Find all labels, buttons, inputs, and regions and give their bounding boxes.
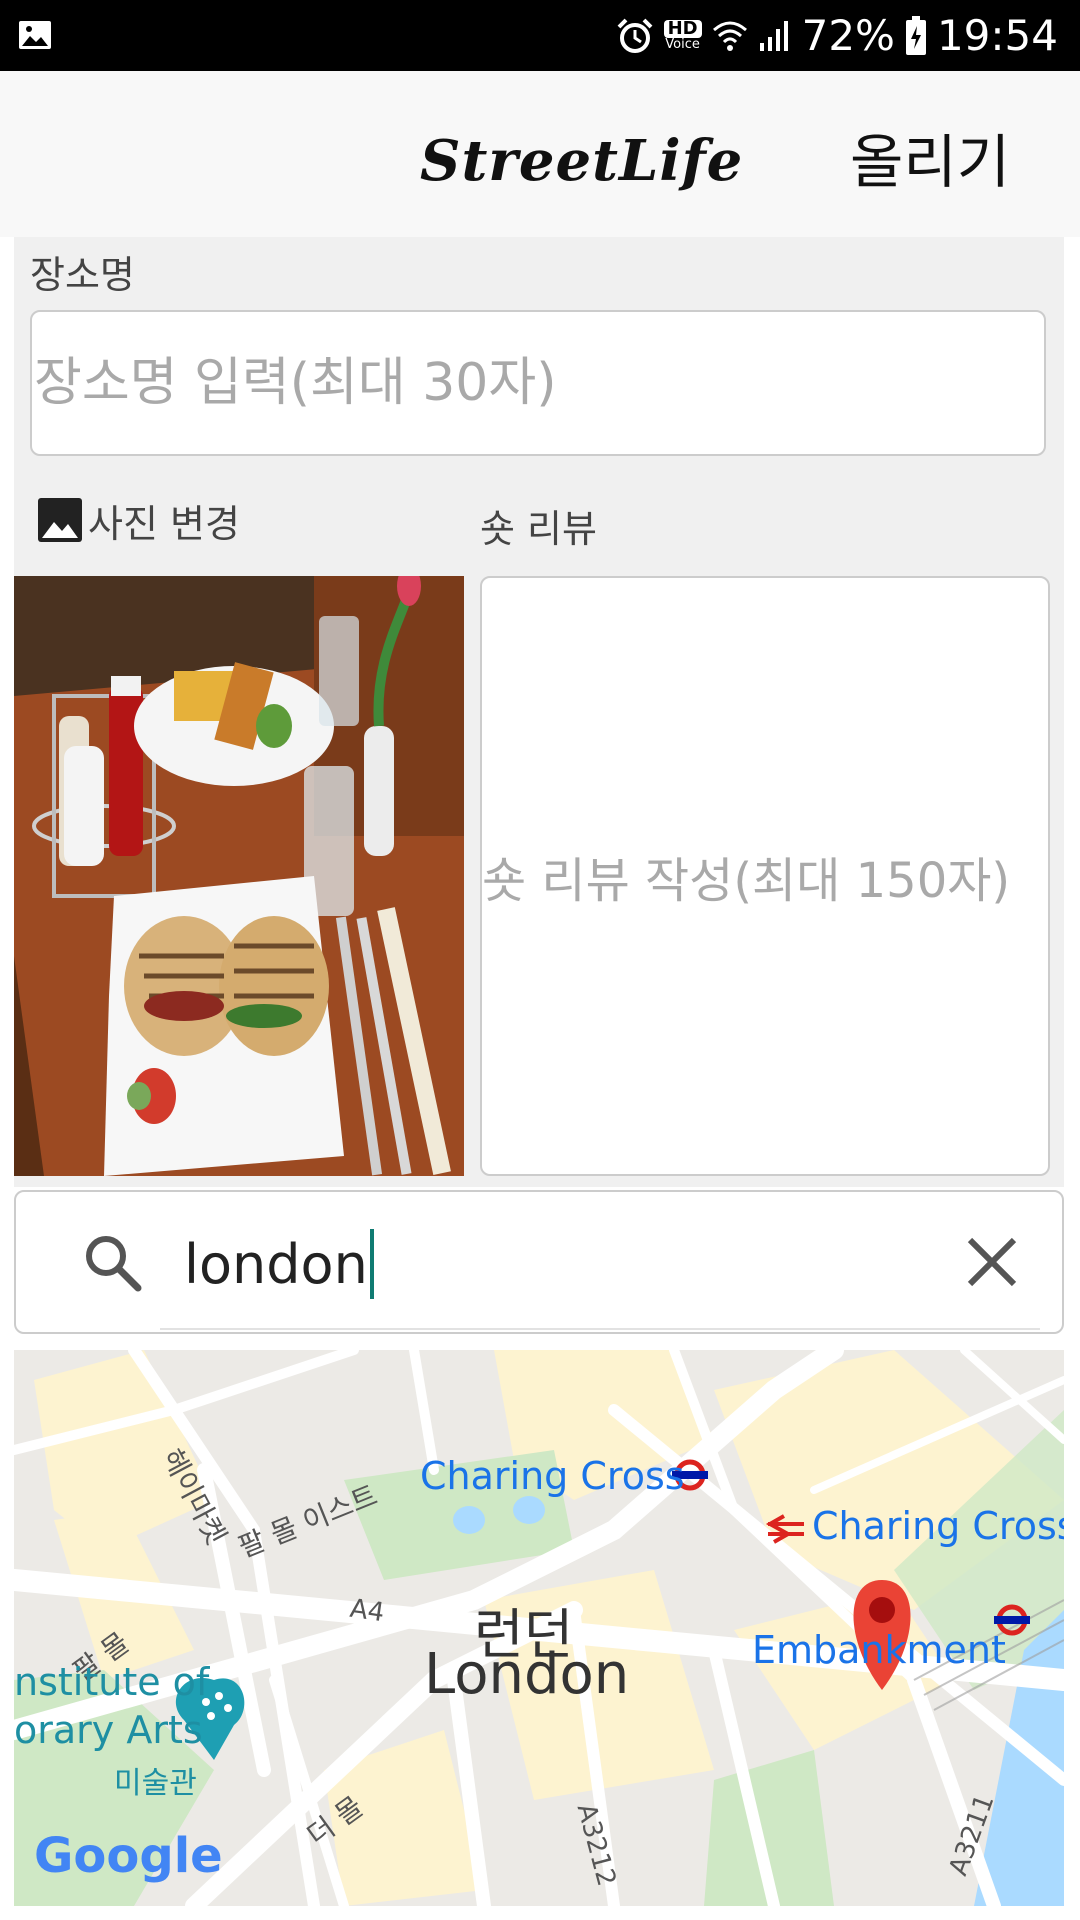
google-logo: Google: [34, 1828, 223, 1884]
map-label-embankment: Embankment: [752, 1628, 1006, 1672]
hd-badge: HD: [663, 20, 702, 38]
map-label-ica-line3: 미술관: [114, 1766, 197, 1801]
search-input[interactable]: london: [184, 1224, 374, 1304]
alarm-icon: [617, 18, 652, 53]
location-search-box[interactable]: london: [14, 1190, 1064, 1334]
search-icon: [86, 1236, 142, 1292]
map-view[interactable]: Charing Cross Charing Cross 런던 London Em…: [14, 1350, 1064, 1906]
photo-change-label: 사진 변경: [88, 501, 240, 546]
map-label-ica-line1: nstitute of: [14, 1660, 210, 1704]
map-label-charing-cross-rail: Charing Cross: [812, 1504, 1064, 1548]
short-review-placeholder: 숏 리뷰 작성(최대 150자): [482, 853, 1011, 909]
image-icon: [38, 498, 82, 542]
map-label-london-en: London: [424, 1642, 630, 1707]
toolbar: StreetLife 올리기: [0, 71, 1080, 237]
clock: 19:54: [936, 11, 1058, 60]
gallery-icon: [19, 21, 51, 49]
battery-icon: [905, 15, 926, 55]
short-review-label: 숏 리뷰: [480, 507, 597, 551]
place-name-label: 장소명: [30, 253, 135, 297]
map-label-ica-line2: orary Arts: [14, 1708, 203, 1752]
food-photo-image: [14, 576, 464, 1176]
short-review-input[interactable]: 숏 리뷰 작성(최대 150자): [480, 576, 1050, 1176]
food-photo[interactable]: [14, 576, 464, 1176]
status-bar: HD Voice 72% 19:54: [0, 0, 1080, 71]
map-label-a4: A4: [348, 1593, 387, 1629]
photo-change-button[interactable]: 사진 변경: [36, 492, 240, 548]
wifi-icon: [712, 21, 747, 51]
post-button[interactable]: 올리기: [850, 107, 1010, 207]
place-name-input[interactable]: [30, 310, 1046, 456]
app-logo: StreetLife: [420, 128, 744, 194]
hd-voice-icon: HD Voice: [663, 20, 702, 52]
clear-icon[interactable]: [960, 1230, 1024, 1294]
text-cursor: [369, 1229, 374, 1299]
search-value: london: [184, 1232, 368, 1296]
voice-badge: Voice: [665, 37, 700, 52]
signal-icon: [759, 20, 788, 51]
battery-percent: 72%: [801, 11, 895, 60]
map-label-charing-cross-station: Charing Cross: [420, 1454, 685, 1498]
search-underline: [160, 1328, 1040, 1330]
